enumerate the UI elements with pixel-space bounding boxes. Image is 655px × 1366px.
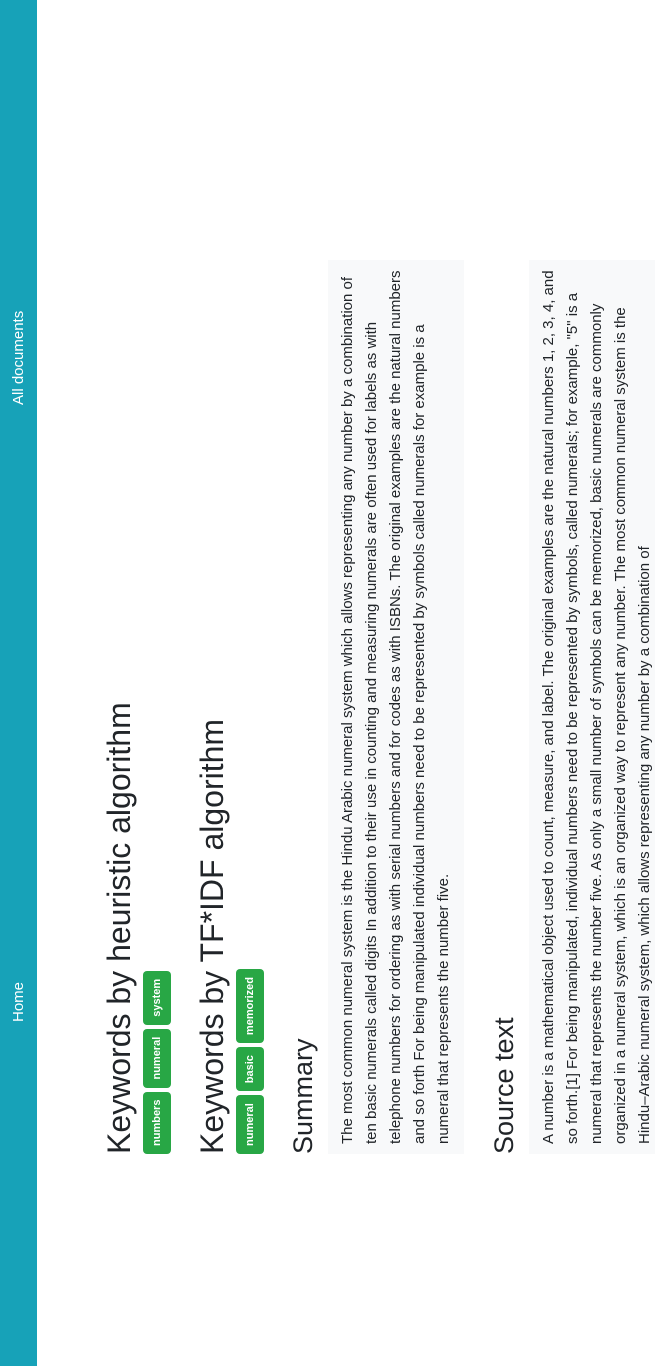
top-navbar: Home All documents — [0, 0, 37, 1366]
tfidf-keywords-list: numeral basic memorized — [236, 968, 264, 1154]
keyword-badge: numeral — [236, 1095, 264, 1154]
keyword-badge: memorized — [236, 968, 264, 1044]
heuristic-keywords-list: numbers numeral system — [143, 970, 171, 1154]
source-text: A number is a mathematical object used t… — [540, 270, 653, 1144]
keyword-badge: numeral — [143, 1028, 171, 1088]
summary-text: The most common numeral system is the Hi… — [339, 270, 452, 1144]
source-text-title: Source text — [489, 1017, 519, 1154]
tfidf-keywords-title: Keywords by TF*IDF algorithm — [194, 718, 230, 1154]
summary-text-box: The most common numeral system is the Hi… — [328, 260, 464, 1154]
keyword-badge: numbers — [143, 1091, 171, 1154]
nav-all-documents-link[interactable]: All documents — [0, 311, 37, 405]
keyword-badge: basic — [236, 1047, 264, 1092]
rotated-page: Home All documents Keywords by heuristic… — [0, 0, 655, 1366]
nav-home-link[interactable]: Home — [0, 982, 37, 1022]
summary-title: Summary — [288, 1038, 318, 1154]
keyword-badge: system — [143, 970, 171, 1025]
source-text-box: A number is a mathematical object used t… — [529, 260, 655, 1154]
heuristic-keywords-title: Keywords by heuristic algorithm — [101, 702, 137, 1154]
